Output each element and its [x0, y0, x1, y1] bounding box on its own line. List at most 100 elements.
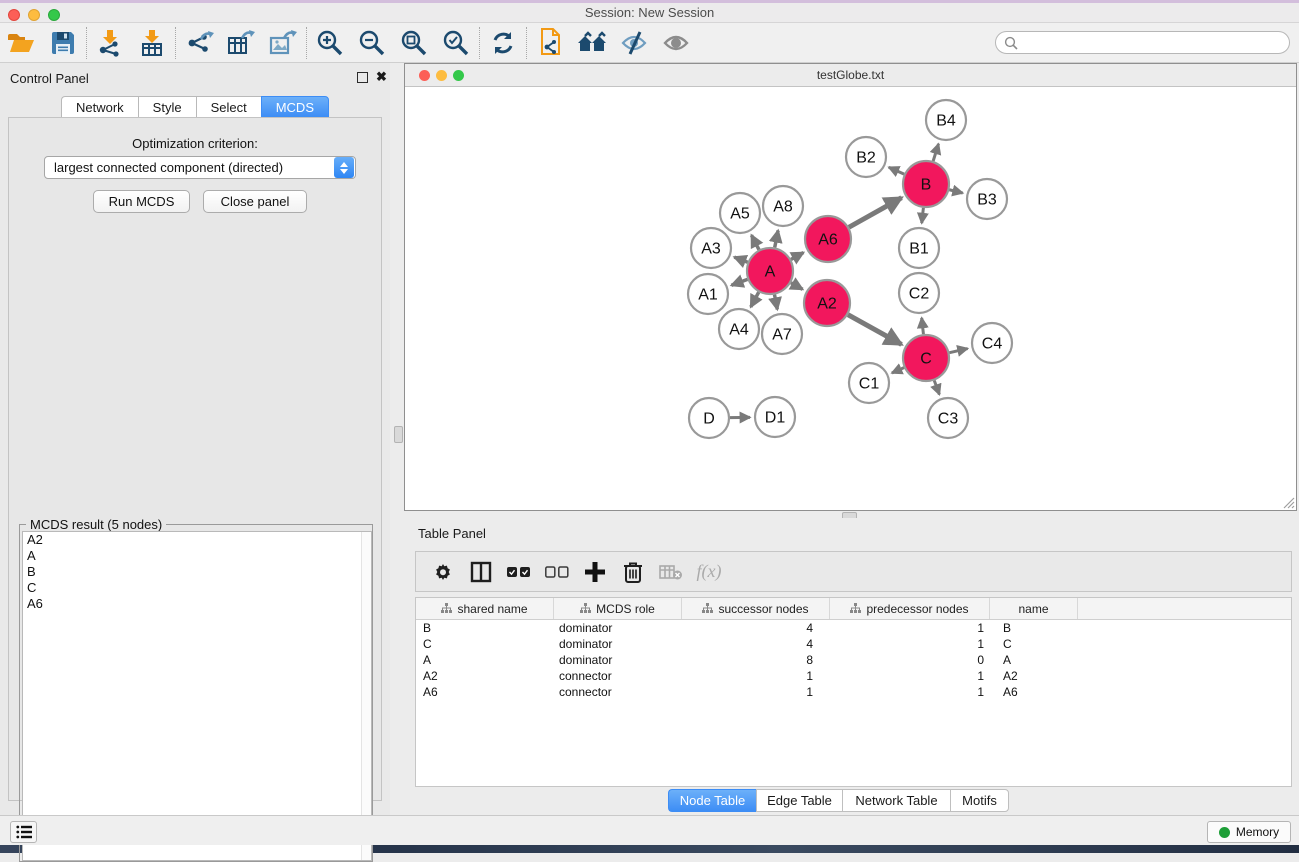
node-C4[interactable]: C4	[972, 323, 1012, 363]
mcds-result-item[interactable]: B	[23, 564, 371, 580]
table-row[interactable]: Adominator80A	[416, 652, 1291, 668]
column-header-shared-name[interactable]: shared name	[416, 598, 554, 619]
export-table-icon[interactable]	[220, 26, 262, 60]
tab-edge-table[interactable]: Edge Table	[756, 789, 842, 812]
node-B2[interactable]: B2	[846, 137, 886, 177]
vertical-splitter-handle[interactable]	[394, 426, 403, 443]
edge-B-B1[interactable]	[922, 208, 924, 223]
node-B[interactable]: B	[903, 161, 949, 207]
node-D[interactable]: D	[689, 398, 729, 438]
table-settings-gear-icon[interactable]	[424, 557, 462, 587]
tab-select[interactable]: Select	[196, 96, 261, 118]
tab-motifs[interactable]: Motifs	[950, 789, 1009, 812]
memory-button[interactable]: Memory	[1207, 821, 1291, 843]
tab-network-table[interactable]: Network Table	[842, 789, 950, 812]
edge-C-C3[interactable]	[934, 381, 939, 395]
node-D1[interactable]: D1	[755, 397, 795, 437]
mcds-result-item[interactable]: A6	[23, 596, 371, 612]
network-from-file-icon[interactable]	[529, 26, 571, 60]
node-A3[interactable]: A3	[691, 228, 731, 268]
minimize-network-button[interactable]	[436, 70, 447, 81]
close-panel-icon[interactable]: ✖	[376, 70, 387, 84]
mcds-result-list[interactable]: A2ABCA6	[22, 531, 372, 861]
hide-selected-icon[interactable]	[613, 26, 655, 60]
import-network-icon[interactable]	[89, 26, 131, 60]
node-A8[interactable]: A8	[763, 186, 803, 226]
mcds-result-item[interactable]: A2	[23, 532, 371, 548]
table-row[interactable]: A2connector11A2	[416, 668, 1291, 684]
network-graph-canvas[interactable]: B4 B2 B B3 A5A8A6 B1 A3 A A1 C2 A2 A4A7 C4 C C1 C3 D D1	[405, 88, 1296, 511]
open-session-icon[interactable]	[0, 26, 42, 60]
edge-A2-C[interactable]	[848, 315, 902, 345]
node-A4[interactable]: A4	[719, 309, 759, 349]
mcds-result-item[interactable]: A	[23, 548, 371, 564]
edge-A-A1[interactable]	[731, 279, 747, 285]
edge-B-B3[interactable]	[949, 190, 962, 193]
edge-A-A2[interactable]	[791, 283, 803, 290]
float-panel-icon[interactable]	[357, 72, 368, 83]
node-C1[interactable]: C1	[849, 363, 889, 403]
node-B4[interactable]: B4	[926, 100, 966, 140]
edge-A-A7[interactable]	[774, 295, 777, 310]
select-all-columns-icon[interactable]	[500, 557, 538, 587]
first-neighbors-icon[interactable]	[571, 26, 613, 60]
node-A2[interactable]: A2	[804, 280, 850, 326]
edge-B-B2[interactable]	[889, 167, 904, 174]
edge-A6-B[interactable]	[849, 198, 902, 228]
node-A7[interactable]: A7	[762, 314, 802, 354]
tab-node-table[interactable]: Node Table	[668, 789, 756, 812]
tab-network[interactable]: Network	[61, 96, 138, 118]
close-panel-button[interactable]: Close panel	[203, 190, 307, 213]
delete-table-icon[interactable]	[652, 557, 690, 587]
node-table[interactable]: shared nameMCDS rolesuccessor nodesprede…	[415, 597, 1292, 787]
edge-B-B4[interactable]	[933, 144, 938, 161]
edge-A-A5[interactable]	[751, 235, 758, 249]
node-B1[interactable]: B1	[899, 228, 939, 268]
zoom-in-icon[interactable]	[309, 26, 351, 60]
maximize-window-button[interactable]	[48, 9, 60, 21]
table-row[interactable]: A6connector11A6	[416, 684, 1291, 700]
column-header-predecessor-nodes[interactable]: predecessor nodes	[830, 598, 990, 619]
window-resize-grip[interactable]	[1282, 496, 1295, 509]
list-scrollbar[interactable]	[361, 532, 371, 860]
column-header-successor-nodes[interactable]: successor nodes	[682, 598, 830, 619]
refresh-icon[interactable]	[482, 26, 524, 60]
node-C3[interactable]: C3	[928, 398, 968, 438]
import-table-icon[interactable]	[131, 26, 173, 60]
node-C2[interactable]: C2	[899, 273, 939, 313]
zoom-selected-icon[interactable]	[435, 26, 477, 60]
tab-style[interactable]: Style	[138, 96, 196, 118]
column-header-MCDS-role[interactable]: MCDS role	[554, 598, 682, 619]
deselect-all-columns-icon[interactable]	[538, 557, 576, 587]
minimize-window-button[interactable]	[28, 9, 40, 21]
edge-A-A4[interactable]	[751, 292, 759, 307]
export-network-icon[interactable]	[178, 26, 220, 60]
run-mcds-button[interactable]: Run MCDS	[93, 190, 190, 213]
edge-A-A3[interactable]	[734, 257, 747, 262]
search-field[interactable]	[995, 31, 1290, 54]
column-header-name[interactable]: name	[990, 598, 1078, 619]
node-C[interactable]: C	[903, 335, 949, 381]
edge-A-A6[interactable]	[791, 253, 803, 260]
optimization-criterion-select[interactable]: largest connected component (directed)	[44, 156, 356, 179]
create-column-plus-icon[interactable]	[576, 557, 614, 587]
close-network-button[interactable]	[419, 70, 430, 81]
save-session-icon[interactable]	[42, 26, 84, 60]
function-builder-icon[interactable]: f(x)	[690, 557, 728, 587]
node-A1[interactable]: A1	[688, 274, 728, 314]
mcds-result-item[interactable]: C	[23, 580, 371, 596]
node-B3[interactable]: B3	[967, 179, 1007, 219]
node-A5[interactable]: A5	[720, 193, 760, 233]
maximize-network-button[interactable]	[453, 70, 464, 81]
export-image-icon[interactable]	[262, 26, 304, 60]
task-history-button[interactable]	[10, 821, 37, 843]
search-input[interactable]	[1023, 36, 1289, 50]
table-row[interactable]: Cdominator41C	[416, 636, 1291, 652]
node-A[interactable]: A	[747, 248, 793, 294]
node-A6[interactable]: A6	[805, 216, 851, 262]
edge-C-C1[interactable]	[892, 368, 904, 373]
split-table-panel-icon[interactable]	[462, 557, 500, 587]
zoom-out-icon[interactable]	[351, 26, 393, 60]
edge-C-C2[interactable]	[922, 318, 924, 334]
tab-mcds[interactable]: MCDS	[261, 96, 329, 118]
